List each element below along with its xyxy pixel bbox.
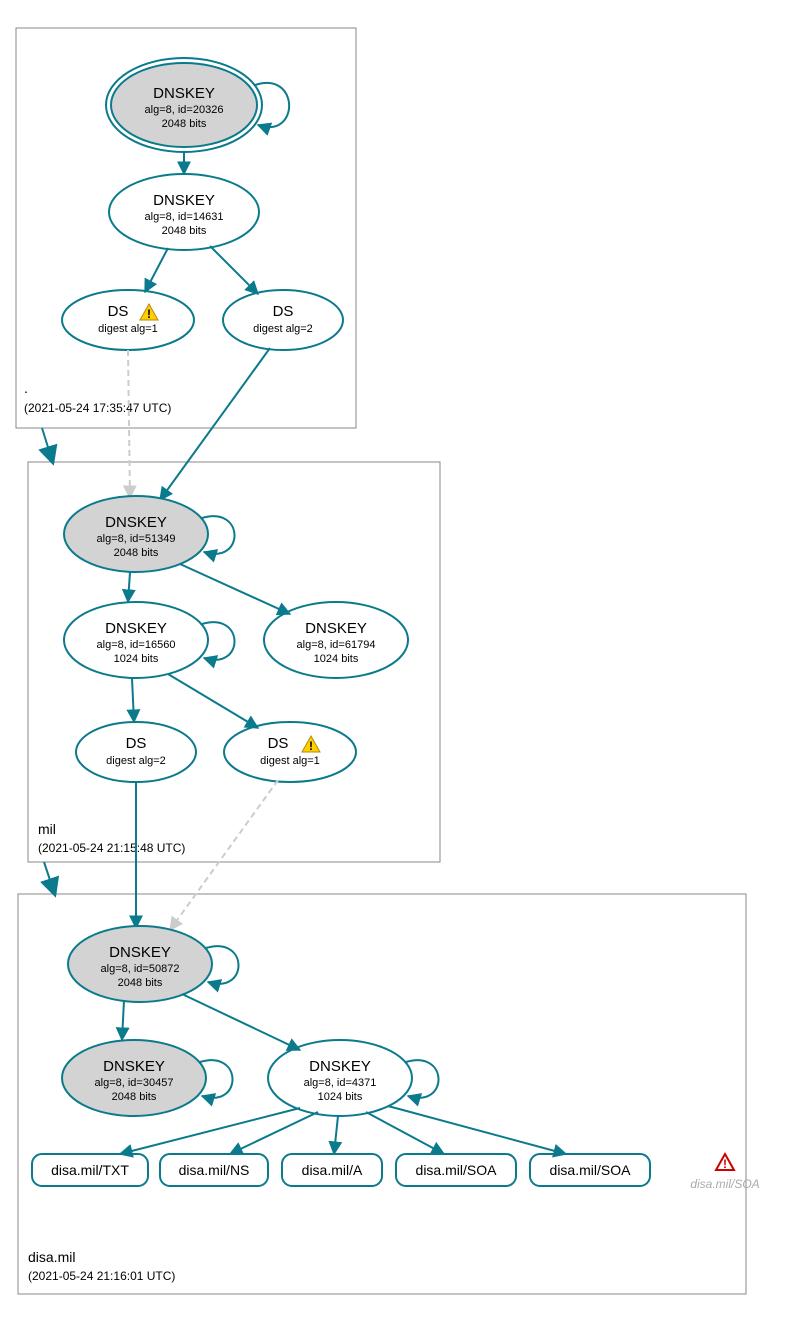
svg-text:DNSKEY: DNSKEY bbox=[105, 514, 167, 531]
dnskey-root-ksk: DNSKEY alg=8, id=20326 2048 bits bbox=[106, 58, 262, 152]
zone-mil-timestamp: (2021-05-24 21:15:48 UTC) bbox=[38, 841, 185, 855]
zone-link-root-mil bbox=[42, 428, 52, 460]
svg-text:alg=8, id=4371: alg=8, id=4371 bbox=[304, 1077, 377, 1089]
rrset-soa-1: disa.mil/SOA bbox=[396, 1154, 516, 1186]
edge-mil-zsk1-ds1 bbox=[168, 674, 258, 728]
edge-disa-ksk-zsk1 bbox=[122, 1000, 124, 1040]
edge-zsk2-soa2 bbox=[388, 1106, 566, 1154]
edge-ds1-milksk-dashed bbox=[128, 350, 130, 498]
svg-text:1024 bits: 1024 bits bbox=[314, 653, 359, 665]
svg-text:2048 bits: 2048 bits bbox=[162, 225, 207, 237]
svg-text:alg=8, id=51349: alg=8, id=51349 bbox=[97, 533, 176, 545]
external-soa-label: disa.mil/SOA bbox=[690, 1177, 759, 1191]
edge-ds2-milksk bbox=[160, 348, 270, 500]
svg-text:2048 bits: 2048 bits bbox=[162, 118, 207, 130]
dnssec-diagram: . (2021-05-24 17:35:47 UTC) DNSKEY alg=8… bbox=[0, 0, 796, 1320]
zone-disa-timestamp: (2021-05-24 21:16:01 UTC) bbox=[28, 1269, 175, 1283]
dnskey-disa-zsk2: DNSKEY alg=8, id=4371 1024 bits bbox=[268, 1040, 412, 1116]
zone-link-mil-disa bbox=[44, 862, 54, 892]
edge-root-zsk-ds1 bbox=[145, 248, 168, 292]
dnskey-root-zsk: DNSKEY alg=8, id=14631 2048 bits bbox=[109, 174, 259, 250]
svg-text:DNSKEY: DNSKEY bbox=[103, 1058, 165, 1075]
svg-text:disa.mil/NS: disa.mil/NS bbox=[179, 1162, 250, 1178]
svg-text:DNSKEY: DNSKEY bbox=[153, 85, 215, 102]
zone-root-name: . bbox=[24, 380, 28, 396]
rrset-ns: disa.mil/NS bbox=[160, 1154, 268, 1186]
svg-text:DNSKEY: DNSKEY bbox=[309, 1058, 371, 1075]
svg-text:digest alg=2: digest alg=2 bbox=[106, 755, 166, 767]
edge-root-zsk-ds2 bbox=[210, 246, 258, 294]
ds-mil-2: DS digest alg=2 bbox=[76, 722, 196, 782]
svg-text:DNSKEY: DNSKEY bbox=[109, 944, 171, 961]
svg-text:alg=8, id=61794: alg=8, id=61794 bbox=[297, 639, 376, 651]
zone-root-timestamp: (2021-05-24 17:35:47 UTC) bbox=[24, 401, 171, 415]
edge-mil-ksk-zsk1 bbox=[128, 572, 130, 602]
rrset-a: disa.mil/A bbox=[282, 1154, 382, 1186]
zone-disa-name: disa.mil bbox=[28, 1249, 75, 1265]
svg-text:1024 bits: 1024 bits bbox=[318, 1091, 363, 1103]
svg-text:alg=8, id=50872: alg=8, id=50872 bbox=[101, 963, 180, 975]
svg-text:digest alg=1: digest alg=1 bbox=[98, 323, 158, 335]
dnskey-mil-ksk: DNSKEY alg=8, id=51349 2048 bits bbox=[64, 496, 208, 572]
svg-text:!: ! bbox=[309, 739, 313, 753]
rrset-soa-2: disa.mil/SOA bbox=[530, 1154, 650, 1186]
svg-text:1024 bits: 1024 bits bbox=[114, 653, 159, 665]
dnskey-mil-zsk2: DNSKEY alg=8, id=61794 1024 bits bbox=[264, 602, 408, 678]
svg-text:DNSKEY: DNSKEY bbox=[153, 192, 215, 209]
svg-text:DS: DS bbox=[108, 303, 129, 320]
svg-text:disa.mil/A: disa.mil/A bbox=[302, 1162, 363, 1178]
svg-text:disa.mil/SOA: disa.mil/SOA bbox=[550, 1162, 632, 1178]
svg-text:alg=8, id=14631: alg=8, id=14631 bbox=[145, 211, 224, 223]
edge-mil-ksk-zsk2 bbox=[180, 564, 290, 614]
dnskey-disa-zsk1: DNSKEY alg=8, id=30457 2048 bits bbox=[62, 1040, 206, 1116]
svg-text:2048 bits: 2048 bits bbox=[114, 547, 159, 559]
svg-text:alg=8, id=16560: alg=8, id=16560 bbox=[97, 639, 176, 651]
svg-text:disa.mil/SOA: disa.mil/SOA bbox=[416, 1162, 498, 1178]
svg-text:DNSKEY: DNSKEY bbox=[305, 620, 367, 637]
svg-text:disa.mil/TXT: disa.mil/TXT bbox=[51, 1162, 129, 1178]
edge-disa-ksk-zsk2 bbox=[182, 994, 300, 1050]
zone-mil-name: mil bbox=[38, 821, 56, 837]
svg-text:DS: DS bbox=[126, 735, 147, 752]
ds-mil-1: DS digest alg=1 ! bbox=[224, 722, 356, 782]
ds-root-1: DS digest alg=1 ! bbox=[62, 290, 194, 350]
edge-zsk2-a bbox=[334, 1116, 338, 1154]
dnskey-mil-zsk1: DNSKEY alg=8, id=16560 1024 bits bbox=[64, 602, 208, 678]
svg-text:2048 bits: 2048 bits bbox=[118, 977, 163, 989]
external-soa-error: ! bbox=[716, 1154, 734, 1171]
self-sign-root-ksk bbox=[255, 83, 289, 127]
dnskey-disa-ksk: DNSKEY alg=8, id=50872 2048 bits bbox=[68, 926, 212, 1002]
svg-text:DS: DS bbox=[273, 303, 294, 320]
svg-text:alg=8, id=30457: alg=8, id=30457 bbox=[95, 1077, 174, 1089]
svg-text:2048 bits: 2048 bits bbox=[112, 1091, 157, 1103]
edge-zsk2-ns bbox=[230, 1112, 318, 1154]
ds-root-2: DS digest alg=2 bbox=[223, 290, 343, 350]
edge-mil-zsk1-ds2 bbox=[132, 678, 134, 722]
edge-milds1-disaksk-dashed bbox=[170, 780, 278, 930]
svg-text:DNSKEY: DNSKEY bbox=[105, 620, 167, 637]
svg-text:digest alg=1: digest alg=1 bbox=[260, 755, 320, 767]
svg-text:digest alg=2: digest alg=2 bbox=[253, 323, 313, 335]
svg-text:!: ! bbox=[723, 1157, 727, 1171]
svg-text:!: ! bbox=[147, 307, 151, 321]
svg-text:alg=8, id=20326: alg=8, id=20326 bbox=[145, 104, 224, 116]
svg-text:DS: DS bbox=[268, 735, 289, 752]
rrset-txt: disa.mil/TXT bbox=[32, 1154, 148, 1186]
